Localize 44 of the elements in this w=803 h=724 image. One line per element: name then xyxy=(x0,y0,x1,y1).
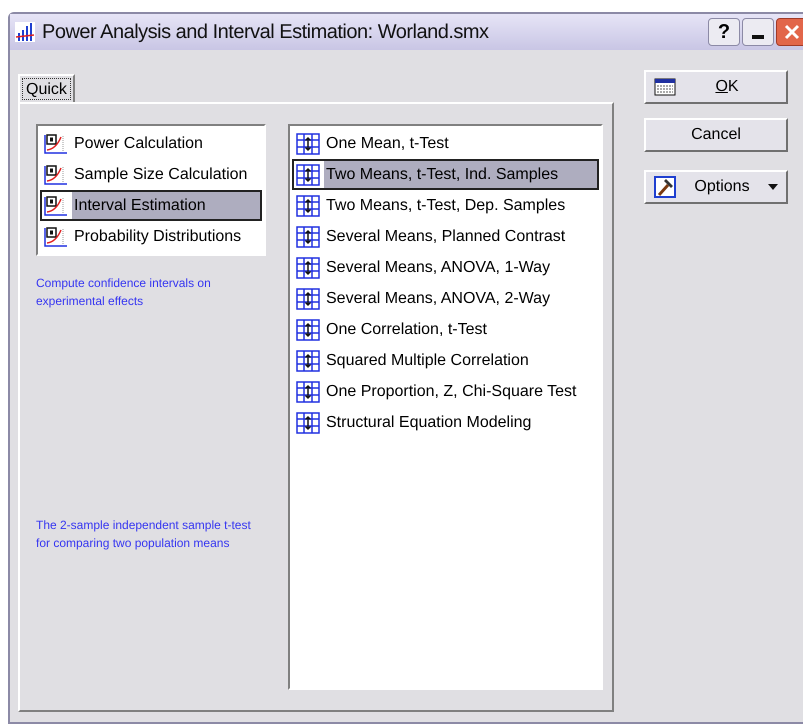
table-icon xyxy=(654,78,676,96)
chart-icon xyxy=(44,226,68,248)
ok-button[interactable]: OK xyxy=(644,70,788,104)
options-button[interactable]: Options xyxy=(644,170,788,204)
grid-icon xyxy=(296,132,320,154)
cancel-button[interactable]: Cancel xyxy=(644,118,788,152)
grid-icon xyxy=(296,226,320,248)
list-item[interactable]: One Proportion, Z, Chi-Square Test xyxy=(292,376,599,407)
list-item[interactable]: Two Means, t-Test, Dep. Samples xyxy=(292,190,599,221)
close-icon xyxy=(784,24,800,40)
chart-icon xyxy=(44,164,68,186)
grid-icon xyxy=(296,256,320,278)
list-item[interactable]: One Mean, t-Test xyxy=(292,128,599,159)
list-item[interactable]: Structural Equation Modeling xyxy=(292,407,599,438)
grid-icon xyxy=(296,194,320,216)
list-item[interactable]: Interval Estimation xyxy=(40,190,262,221)
help-button[interactable]: ? xyxy=(708,18,740,46)
list-item[interactable]: Power Calculation xyxy=(40,128,262,159)
grid-icon xyxy=(296,164,320,186)
list-item[interactable]: Probability Distributions xyxy=(40,221,262,252)
description-text: Compute confidence intervals on experimental effects xyxy=(36,275,212,310)
list-item[interactable]: Several Means, ANOVA, 1-Way xyxy=(292,252,599,283)
list-item[interactable]: Several Means, Planned Contrast xyxy=(292,221,599,252)
list-item[interactable]: Sample Size Calculation xyxy=(40,159,262,190)
app-icon xyxy=(14,21,36,43)
minimize-icon xyxy=(752,35,764,39)
chart-icon xyxy=(44,194,68,216)
grid-icon xyxy=(296,288,320,310)
chart-icon xyxy=(44,132,68,154)
description-text: The 2-sample independent sample t-test for comparing two population means xyxy=(36,517,252,552)
dropdown-arrow-icon xyxy=(768,184,778,190)
grid-icon xyxy=(296,412,320,434)
close-button[interactable] xyxy=(776,18,803,46)
grid-icon xyxy=(296,350,320,372)
hammer-icon xyxy=(654,176,676,198)
tab[interactable]: Quick xyxy=(18,74,75,104)
minimize-button[interactable] xyxy=(742,18,774,46)
window-title: Power Analysis and Interval Estimation: Worland.smx xyxy=(42,20,489,45)
list-item[interactable]: One Correlation, t-Test xyxy=(292,314,599,345)
list-item[interactable]: Two Means, t-Test, Ind. Samples xyxy=(292,159,599,190)
grid-icon xyxy=(296,318,320,340)
list-item[interactable]: Several Means, ANOVA, 2-Way xyxy=(292,283,599,314)
list-item[interactable]: Squared Multiple Correlation xyxy=(292,345,599,376)
grid-icon xyxy=(296,380,320,402)
